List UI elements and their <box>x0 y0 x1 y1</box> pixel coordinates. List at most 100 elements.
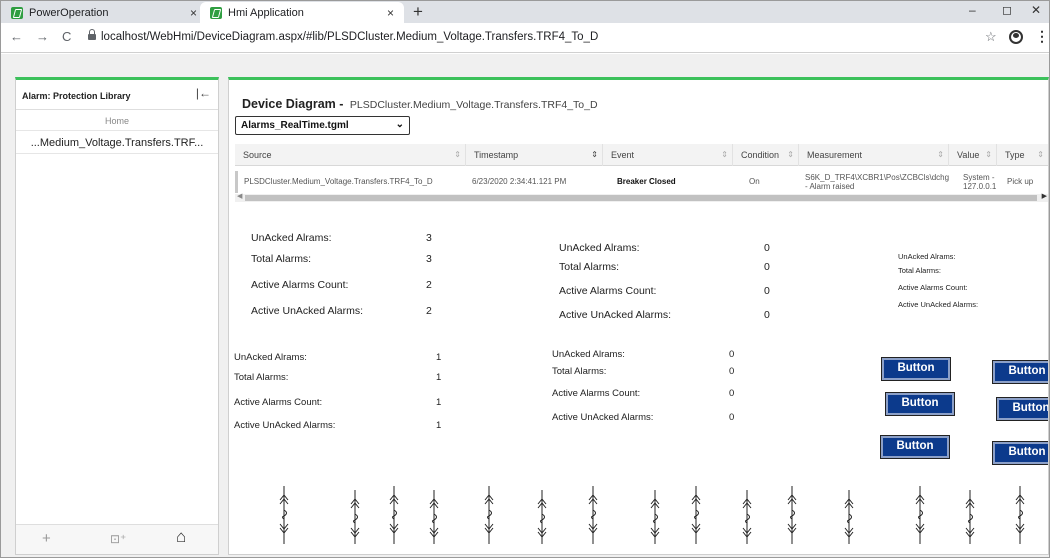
active-unacked-value: 1 <box>436 420 442 431</box>
action-button[interactable]: Button <box>996 397 1048 421</box>
unacked-label: UnAcked Alrams: <box>552 349 625 360</box>
active-label: Active Alarms Count: <box>898 283 968 292</box>
breaker-symbol-icon <box>426 486 442 544</box>
active-label: Active Alarms Count: <box>234 397 323 408</box>
tab-poweroperation[interactable]: PowerOperation × <box>11 2 199 23</box>
home-icon[interactable]: ⌂ <box>176 527 186 547</box>
forward-button[interactable]: → <box>36 29 49 44</box>
column-header-condition[interactable]: Condition ⇕ <box>733 144 799 166</box>
sidebar-title: Alarm: Protection Library <box>22 91 131 101</box>
bookmark-star-icon[interactable]: ☆ <box>985 29 997 45</box>
tab-hmi-application[interactable]: Hmi Application × <box>200 2 404 23</box>
page-title: Device Diagram - PLSDCluster.Medium_Volt… <box>242 97 598 111</box>
active-unacked-label: Active UnAcked Alarms: <box>559 309 672 321</box>
profile-icon[interactable] <box>1009 30 1023 44</box>
reload-button[interactable]: C <box>62 29 71 44</box>
column-header-value[interactable]: Value ⇕ <box>949 144 997 166</box>
tab-close-icon[interactable]: × <box>387 6 394 20</box>
unacked-label: UnAcked Alrams: <box>898 252 956 261</box>
active-unacked-label: Active UnAcked Alarms: <box>898 300 979 309</box>
breaker-symbol-icon <box>784 486 800 544</box>
total-label: Total Alarms: <box>559 261 620 273</box>
breaker-symbol-icon <box>585 486 601 544</box>
column-header-source[interactable]: Source ⇕ <box>235 144 466 166</box>
alarm-grid: Source ⇕ Timestamp ⇕ Event ⇕ Condition ⇕ Mea… <box>235 144 1048 202</box>
browser-window: PowerOperation × Hmi Application × + – ◻… <box>0 0 1050 558</box>
unacked-label: UnAcked Alrams: <box>559 242 640 254</box>
unacked-value: 0 <box>729 349 735 360</box>
scroll-left-icon[interactable]: ◀ <box>237 192 242 200</box>
new-folder-icon[interactable]: ⊡⁺ <box>110 532 126 546</box>
page-title-text: Device Diagram - <box>242 97 344 111</box>
address-toolbar: ← → C localhost/WebHmi/DeviceDiagram.asp… <box>1 23 1049 53</box>
cell-value: System - 127.0.0.1 <box>963 173 997 191</box>
new-tab-button[interactable]: + <box>413 2 423 22</box>
column-header-timestamp[interactable]: Timestamp ⇕ <box>466 144 603 166</box>
restore-button[interactable]: ◻ <box>1002 3 1012 17</box>
column-header-type[interactable]: Type ⇕ <box>997 144 1048 166</box>
action-button[interactable]: Button <box>992 360 1048 384</box>
action-button[interactable]: Button <box>885 392 955 416</box>
action-button[interactable]: Button <box>992 441 1048 465</box>
minimize-button[interactable]: – <box>969 3 976 17</box>
device-path: PLSDCluster.Medium_Voltage.Transfers.TRF… <box>349 99 598 111</box>
breaker-symbol-icon <box>688 486 704 544</box>
breaker-symbol-icon <box>534 486 550 544</box>
tab-strip: PowerOperation × Hmi Application × + – ◻… <box>1 1 1049 23</box>
column-header-event[interactable]: Event ⇕ <box>603 144 733 166</box>
active-unacked-label: Active UnAcked Alarms: <box>234 420 336 431</box>
collapse-sidebar-icon[interactable]: |← <box>196 86 211 100</box>
cell-condition: On <box>749 177 760 186</box>
breadcrumb-home[interactable]: Home <box>16 111 218 131</box>
unacked-label: UnAcked Alrams: <box>251 232 332 244</box>
sort-icon: ⇕ <box>1037 150 1044 159</box>
scrollbar-thumb[interactable] <box>245 195 1037 201</box>
breaker-symbol-icon <box>276 486 292 544</box>
address-bar[interactable]: localhost/WebHmi/DeviceDiagram.aspx/#lib… <box>101 31 598 43</box>
tab-label: Hmi Application <box>228 6 304 19</box>
chevron-down-icon: ⌄ <box>395 119 404 130</box>
action-button[interactable]: Button <box>880 435 950 459</box>
browser-menu-icon[interactable]: ⋮ <box>1035 28 1049 45</box>
active-unacked-label: Active UnAcked Alarms: <box>251 305 364 317</box>
close-window-button[interactable]: ✕ <box>1031 3 1041 17</box>
active-unacked-value: 0 <box>764 309 770 321</box>
cell-source: PLSDCluster.Medium_Voltage.Transfers.TRF… <box>244 177 433 186</box>
add-icon[interactable]: + <box>42 530 51 547</box>
app-favicon-icon <box>210 6 222 19</box>
tab-close-icon[interactable]: × <box>190 6 197 20</box>
grid-header: Source ⇕ Timestamp ⇕ Event ⇕ Condition ⇕ Mea… <box>235 144 1048 166</box>
action-button[interactable]: Button <box>881 357 951 381</box>
scroll-right-icon[interactable]: ▶ <box>1042 192 1047 200</box>
unacked-value: 3 <box>426 232 432 244</box>
breaker-symbol-icon <box>739 486 755 544</box>
active-label: Active Alarms Count: <box>559 285 657 297</box>
breaker-symbol-icon <box>481 486 497 544</box>
total-label: Total Alarms: <box>552 366 607 377</box>
breaker-symbol-icon <box>347 486 363 544</box>
table-row[interactable]: PLSDCluster.Medium_Voltage.Transfers.TRF… <box>235 171 1048 193</box>
breaker-symbol-icon <box>912 486 928 544</box>
diagram-file-select[interactable]: Alarms_RealTime.tgml ⌄ <box>235 116 410 135</box>
sort-icon: ⇕ <box>454 150 461 159</box>
sort-icon: ⇕ <box>787 150 794 159</box>
active-unacked-label: Active UnAcked Alarms: <box>552 412 654 423</box>
horizontal-scrollbar[interactable]: ◀ ▶ <box>235 192 1048 202</box>
active-unacked-value: 2 <box>426 305 432 317</box>
sidebar-header: Alarm: Protection Library |← <box>16 80 218 110</box>
total-label: Total Alarms: <box>234 372 289 383</box>
active-label: Active Alarms Count: <box>251 279 349 291</box>
cell-timestamp: 6/23/2020 2:34:41.121 PM <box>472 177 567 186</box>
active-value: 0 <box>729 388 735 399</box>
cell-measurement: S6K_D_TRF4\XCBR1\Pos\ZCBCls\dchg - Alarm… <box>805 173 949 191</box>
tab-label: PowerOperation <box>29 6 109 19</box>
device-diagram-panel: Device Diagram - PLSDCluster.Medium_Volt… <box>228 77 1049 555</box>
column-header-measurement[interactable]: Measurement ⇕ <box>799 144 949 166</box>
total-value: 0 <box>729 366 735 377</box>
active-unacked-value: 0 <box>729 412 735 423</box>
sidebar: Alarm: Protection Library |← Home ...Med… <box>15 77 219 555</box>
total-value: 1 <box>436 372 442 383</box>
back-button[interactable]: ← <box>10 29 23 44</box>
tree-item[interactable]: ...Medium_Voltage.Transfers.TRF... <box>16 132 218 154</box>
cell-type: Pick up <box>1007 177 1034 186</box>
